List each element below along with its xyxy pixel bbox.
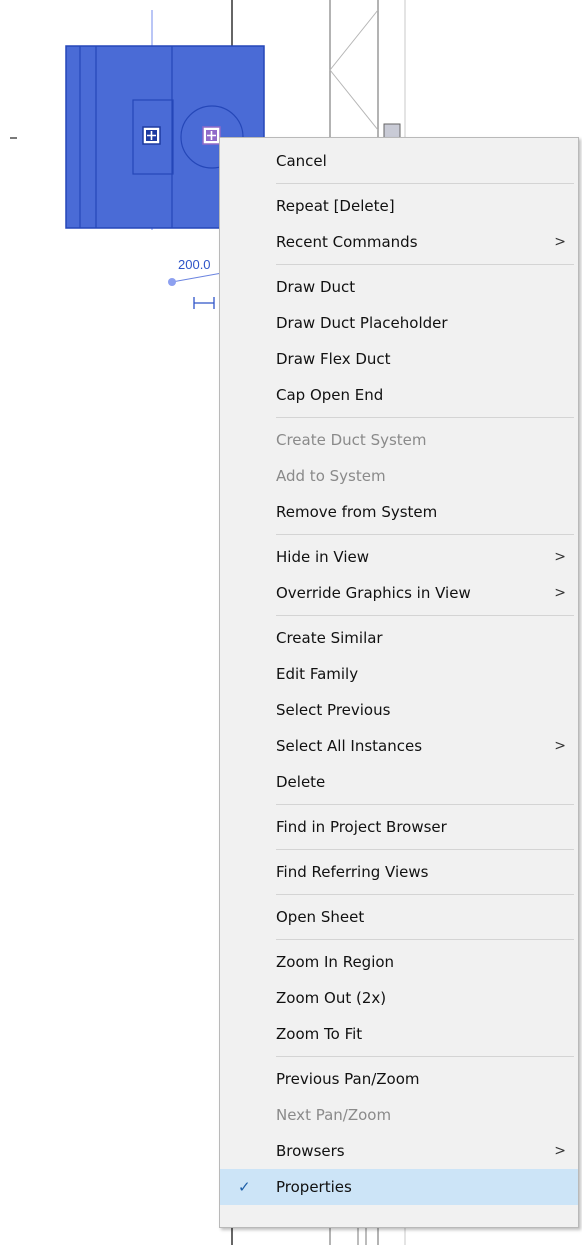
dimension-line: [171, 272, 223, 283]
menu-item-label: Draw Duct Placeholder: [276, 314, 448, 332]
menu-item-browsers[interactable]: Browsers >: [220, 1133, 578, 1169]
menu-separator: [276, 615, 574, 616]
menu-item-add-to-system: Add to System: [220, 458, 578, 494]
menu-item-previous-pan-zoom[interactable]: Previous Pan/Zoom: [220, 1061, 578, 1097]
menu-item-hide-in-view[interactable]: Hide in View >: [220, 539, 578, 575]
wall-tag-icon: [383, 123, 401, 139]
menu-separator: [276, 894, 574, 895]
menu-item-label: Select All Instances: [276, 737, 423, 755]
menu-item-label: Delete: [276, 773, 326, 791]
submenu-chevron-icon: >: [554, 1143, 566, 1159]
menu-item-label: Hide in View: [276, 548, 370, 566]
menu-item-edit-family[interactable]: Edit Family: [220, 656, 578, 692]
menu-item-properties[interactable]: ✓ Properties: [220, 1169, 578, 1205]
menu-item-find-referring-views[interactable]: Find Referring Views: [220, 854, 578, 890]
wall-hatch: [329, 69, 379, 131]
menu-item-draw-flex-duct[interactable]: Draw Flex Duct: [220, 341, 578, 377]
menu-separator: [276, 264, 574, 265]
connector-grip-icon[interactable]: [202, 126, 221, 145]
menu-item-draw-duct-placeholder[interactable]: Draw Duct Placeholder: [220, 305, 578, 341]
menu-item-label: Browsers: [276, 1142, 345, 1160]
menu-item-override-graphics-in-view[interactable]: Override Graphics in View >: [220, 575, 578, 611]
menu-separator: [276, 417, 574, 418]
menu-item-zoom-to-fit[interactable]: Zoom To Fit: [220, 1016, 578, 1052]
menu-separator: [276, 849, 574, 850]
menu-item-select-all-instances[interactable]: Select All Instances >: [220, 728, 578, 764]
checkmark-icon: ✓: [238, 1178, 251, 1196]
menu-separator: [276, 183, 574, 184]
menu-separator: [276, 939, 574, 940]
menu-item-select-previous[interactable]: Select Previous: [220, 692, 578, 728]
menu-item-label: Find Referring Views: [276, 863, 429, 881]
menu-item-zoom-in-region[interactable]: Zoom In Region: [220, 944, 578, 980]
menu-item-label: Zoom To Fit: [276, 1025, 363, 1043]
menu-item-find-in-project-browser[interactable]: Find in Project Browser: [220, 809, 578, 845]
menu-item-next-pan-zoom: Next Pan/Zoom: [220, 1097, 578, 1133]
menu-item-repeat-delete[interactable]: Repeat [Delete]: [220, 188, 578, 224]
menu-item-label: Create Duct System: [276, 431, 427, 449]
menu-item-label: Override Graphics in View: [276, 584, 471, 602]
menu-item-recent-commands[interactable]: Recent Commands >: [220, 224, 578, 260]
menu-item-label: Properties: [276, 1178, 352, 1196]
menu-item-label: Edit Family: [276, 665, 359, 683]
menu-item-label: Recent Commands: [276, 233, 418, 251]
menu-item-cap-open-end[interactable]: Cap Open End: [220, 377, 578, 413]
submenu-chevron-icon: >: [554, 234, 566, 250]
dimension-flip-icon[interactable]: [193, 297, 215, 309]
submenu-chevron-icon: >: [554, 549, 566, 565]
wall-hatch: [329, 9, 379, 71]
menu-item-label: Draw Flex Duct: [276, 350, 391, 368]
menu-separator: [276, 1056, 574, 1057]
menu-item-zoom-out-2x[interactable]: Zoom Out (2x): [220, 980, 578, 1016]
menu-separator: [276, 804, 574, 805]
menu-item-label: Select Previous: [276, 701, 391, 719]
submenu-chevron-icon: >: [554, 585, 566, 601]
dimension-value[interactable]: 200.0: [178, 257, 211, 272]
menu-item-label: Open Sheet: [276, 908, 365, 926]
menu-item-label: Previous Pan/Zoom: [276, 1070, 420, 1088]
dimension-grip[interactable]: [168, 278, 176, 286]
menu-item-label: Create Similar: [276, 629, 383, 647]
menu-item-create-similar[interactable]: Create Similar: [220, 620, 578, 656]
menu-item-label: Repeat [Delete]: [276, 197, 395, 215]
menu-item-label: Find in Project Browser: [276, 818, 447, 836]
menu-item-label: Zoom Out (2x): [276, 989, 387, 1007]
menu-item-open-sheet[interactable]: Open Sheet: [220, 899, 578, 935]
menu-item-create-duct-system: Create Duct System: [220, 422, 578, 458]
connector-grip-icon[interactable]: [142, 126, 161, 145]
menu-item-label: Next Pan/Zoom: [276, 1106, 392, 1124]
menu-item-label: Remove from System: [276, 503, 438, 521]
menu-item-label: Draw Duct: [276, 278, 356, 296]
menu-item-cancel[interactable]: Cancel: [220, 143, 578, 179]
submenu-chevron-icon: >: [554, 738, 566, 754]
menu-item-delete[interactable]: Delete: [220, 764, 578, 800]
menu-item-draw-duct[interactable]: Draw Duct: [220, 269, 578, 305]
context-menu: Cancel Repeat [Delete] Recent Commands > Dra…: [219, 137, 579, 1228]
menu-item-label: Cancel: [276, 152, 327, 170]
menu-item-label: Cap Open End: [276, 386, 384, 404]
menu-item-label: Zoom In Region: [276, 953, 395, 971]
menu-item-label: Add to System: [276, 467, 386, 485]
menu-item-remove-from-system[interactable]: Remove from System: [220, 494, 578, 530]
menu-separator: [276, 534, 574, 535]
